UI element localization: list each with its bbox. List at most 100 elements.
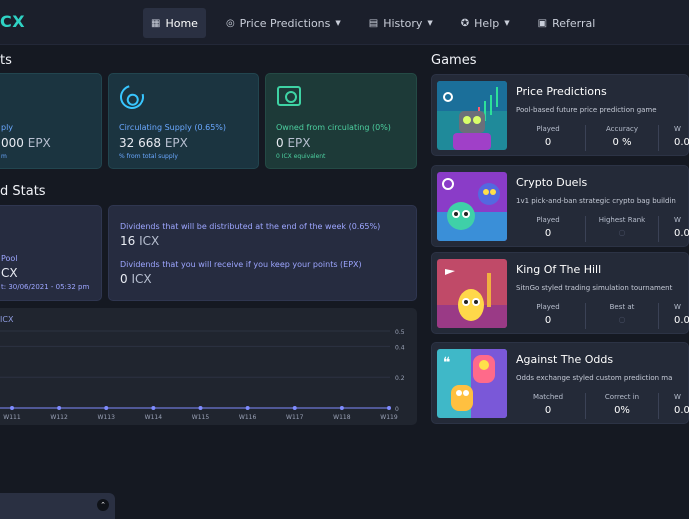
pool-label: Pool — [1, 254, 18, 263]
circulating-icon — [115, 80, 149, 114]
game-card-against-the-odds[interactable]: ❝ Against The Odds Odds exchange styled … — [431, 342, 689, 424]
grid-icon: ▦ — [151, 17, 161, 29]
data-point[interactable] — [198, 406, 203, 410]
game-desc: Pool-based future price prediction game — [516, 106, 657, 114]
nav-home-label: Home — [165, 16, 198, 30]
dividends-distributed-label: Dividends that will be distributed at th… — [120, 222, 381, 231]
circulating-supply-value: 32 668 EPX — [119, 136, 188, 150]
game-stat-played: Played 0 — [536, 303, 560, 326]
games-title: Games — [431, 53, 477, 68]
divider — [658, 393, 659, 419]
nav-price-predictions-label: Price Predictions — [239, 16, 331, 30]
game-stat-highest-rank: Highest Rank ○ — [598, 216, 646, 237]
nav-referral-label: Referral — [552, 16, 596, 30]
data-point[interactable] — [387, 406, 391, 410]
owned-value: 0 EPX — [276, 136, 311, 150]
y-tick-label: 0 — [395, 406, 399, 413]
chevron-up-icon[interactable]: ⌃ — [97, 499, 109, 511]
game-stat-matched: Matched 0 — [532, 393, 564, 416]
main-nav: ▦ Home ◎ Price Predictions ▼ ▤ History ▼… — [143, 8, 615, 38]
logo[interactable]: CX — [0, 12, 25, 31]
dividends-chart: ICX 0 0.2 0.4 0.5 W111 W112 W113 W114 W115 W116 W1… — [0, 308, 417, 425]
target-icon: ◎ — [225, 17, 235, 29]
y-tick-label: 0.4 — [395, 344, 405, 351]
divider — [585, 393, 586, 419]
owned-label: Owned from circulating (0%) — [276, 123, 391, 132]
nav-help[interactable]: ✪ Help ▼ — [453, 8, 518, 38]
circulating-supply-card: Circulating Supply (0.65%) 32 668 EPX % … — [108, 73, 259, 169]
data-point[interactable] — [292, 406, 297, 410]
divider — [585, 303, 586, 329]
y-tick-label: 0.5 — [395, 329, 405, 336]
game-desc: 1v1 pick-and-ban strategic crypto bag bu… — [516, 197, 676, 205]
total-supply-value: 000 EPX — [1, 136, 51, 150]
data-point[interactable] — [57, 406, 62, 410]
game-title: King Of The Hill — [516, 263, 602, 276]
game-desc: Odds exchange styled custom prediction m… — [516, 374, 673, 382]
data-point[interactable] — [151, 406, 156, 410]
divider — [585, 216, 586, 242]
total-supply-label: ply — [1, 123, 14, 132]
game-title: Against The Odds — [516, 353, 614, 366]
king-of-the-hill-art — [437, 259, 507, 328]
game-title: Price Predictions — [516, 85, 607, 98]
crypto-duels-art — [437, 172, 507, 241]
x-tick-label: W114 — [145, 414, 163, 421]
game-stat-w: W 0.0 — [674, 125, 689, 148]
game-stat-best-at: Best at ○ — [609, 303, 635, 324]
x-tick-label: W119 — [380, 414, 398, 421]
data-point[interactable] — [104, 406, 109, 410]
owned-card: Owned from circulating (0%) 0 EPX 0 ICX … — [265, 73, 417, 169]
clipboard-icon: ▤ — [368, 17, 379, 29]
x-tick-label: W116 — [239, 414, 257, 421]
dividends-distributed-value: 16 ICX — [120, 234, 160, 248]
divider — [585, 125, 586, 151]
total-supply-card: ply 000 EPX m — [0, 73, 102, 169]
nav-history-label: History — [383, 16, 423, 30]
pool-value: CX — [1, 266, 18, 280]
gift-icon: ▣ — [537, 17, 548, 29]
data-point[interactable] — [10, 406, 14, 410]
divider — [658, 216, 659, 242]
game-card-king-of-the-hill[interactable]: King Of The Hill SitnGo styled trading s… — [431, 252, 689, 334]
caret-down-icon: ▼ — [504, 19, 510, 27]
dividends-receive-value: 0 ICX — [120, 272, 152, 286]
nav-home[interactable]: ▦ Home — [143, 8, 206, 38]
nav-referral[interactable]: ▣ Referral — [530, 8, 604, 38]
divider — [658, 125, 659, 151]
game-stat-accuracy: Accuracy 0 % — [606, 125, 638, 148]
against-the-odds-art: ❝ — [437, 349, 507, 418]
data-point[interactable] — [339, 406, 344, 410]
game-stat-played: Played 0 — [536, 125, 560, 148]
game-title: Crypto Duels — [516, 176, 588, 189]
owned-sub: 0 ICX equivalent — [276, 153, 326, 160]
chart-svg: 0 0.2 0.4 0.5 W111 W112 W113 W114 W115 W116 W117 W1… — [0, 329, 405, 421]
stats-title: ts — [0, 53, 12, 68]
y-tick-label: 0.2 — [395, 375, 405, 382]
game-stat-w: W 0.0 — [674, 393, 689, 416]
game-stat-correct-in: Correct in 0% — [604, 393, 640, 416]
lifebuoy-icon: ✪ — [460, 17, 470, 29]
circulating-supply-label: Circulating Supply (0.65%) — [119, 123, 227, 132]
x-tick-label: W118 — [333, 414, 351, 421]
nav-help-label: Help — [474, 16, 500, 30]
divider — [658, 303, 659, 329]
pool-sub: t: 30/06/2021 - 05:32 pm — [1, 283, 90, 291]
total-supply-sub: m — [1, 153, 7, 160]
circulating-supply-sub: % from total supply — [119, 153, 178, 160]
x-tick-label: W113 — [98, 414, 116, 421]
game-card-price-predictions[interactable]: Price Predictions Pool-based future pric… — [431, 74, 689, 156]
nav-price-predictions[interactable]: ◎ Price Predictions ▼ — [218, 8, 349, 38]
game-stat-w: W 0.0 — [674, 216, 689, 239]
x-tick-label: W112 — [50, 414, 68, 421]
price-predictions-art — [437, 81, 507, 150]
data-point[interactable] — [245, 406, 250, 410]
vault-icon — [277, 86, 301, 106]
top-navbar: CX ▦ Home ◎ Price Predictions ▼ ▤ Histor… — [0, 0, 689, 45]
game-stat-played: Played 0 — [536, 216, 560, 239]
game-card-crypto-duels[interactable]: Crypto Duels 1v1 pick-and-ban strategic … — [431, 165, 689, 247]
x-tick-label: W115 — [192, 414, 210, 421]
quote-icon: ❝ — [443, 355, 451, 371]
nav-history[interactable]: ▤ History ▼ — [361, 8, 441, 38]
x-tick-label: W111 — [3, 414, 21, 421]
